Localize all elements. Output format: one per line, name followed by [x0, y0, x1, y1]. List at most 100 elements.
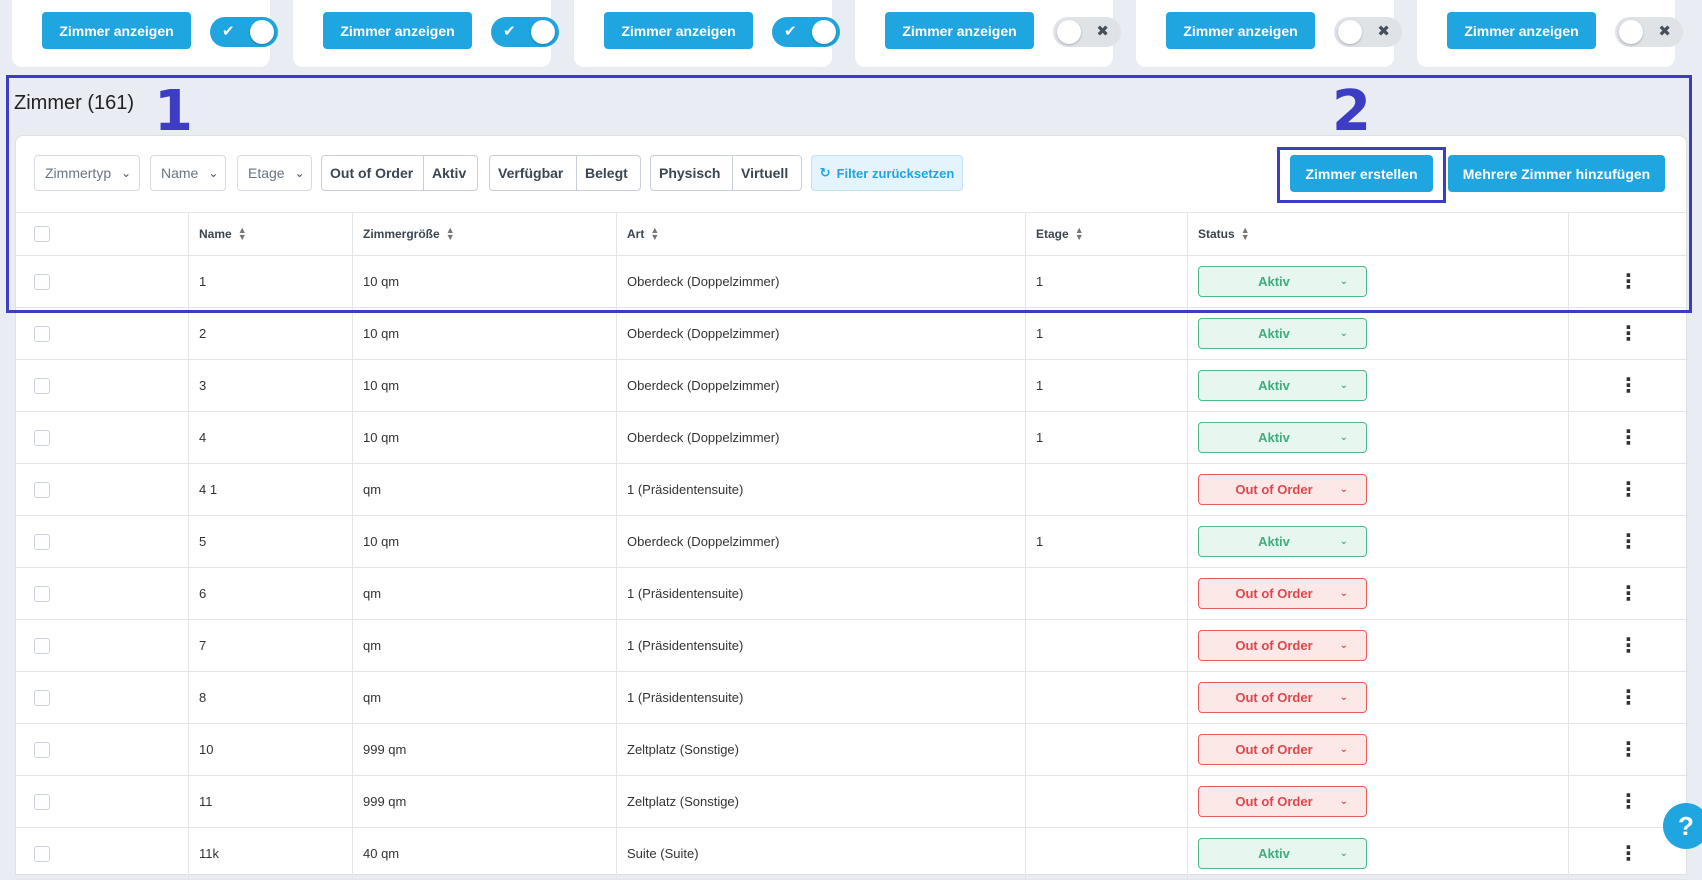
help-button[interactable]: ? — [1663, 803, 1702, 849]
segment-active[interactable]: Aktiv — [424, 156, 474, 190]
column-header-floor[interactable]: Etage ▲ ▼ — [1025, 213, 1187, 255]
more-options-icon[interactable]: ⋮ — [1619, 688, 1639, 708]
row-checkbox[interactable] — [34, 273, 50, 290]
row-checkbox[interactable] — [34, 481, 50, 498]
row-checkbox[interactable] — [34, 533, 50, 550]
room-name: 8 — [188, 672, 352, 723]
show-room-button[interactable]: Zimmer anzeigen — [42, 12, 191, 49]
column-header-type[interactable]: Art ▲ ▼ — [616, 213, 1025, 255]
row-checkbox[interactable] — [34, 429, 50, 446]
table-row[interactable]: 4 1 qm 1 (Präsidentensuite) Out of Order ⌄ ⋮ — [16, 464, 1688, 516]
room-visibility-toggle[interactable]: ✔ — [210, 17, 278, 47]
table-row[interactable]: 10 999 qm Zeltplatz (Sonstige) Out of Order… — [16, 724, 1688, 776]
status-dropdown[interactable]: Aktiv ⌄ — [1198, 266, 1367, 297]
segment-occupied[interactable]: Belegt — [577, 156, 636, 190]
column-header-name[interactable]: Name ▲ ▼ — [188, 213, 352, 255]
show-room-button[interactable]: Zimmer anzeigen — [885, 12, 1034, 49]
room-visibility-toggle[interactable]: ✖ — [1615, 17, 1683, 47]
more-options-icon[interactable]: ⋮ — [1619, 532, 1639, 552]
room-type: 1 (Präsidentensuite) — [616, 620, 1025, 671]
show-room-button[interactable]: Zimmer anzeigen — [604, 12, 753, 49]
availability-segment: Verfügbar Belegt — [489, 155, 641, 191]
status-dropdown[interactable]: Out of Order ⌄ — [1198, 578, 1367, 609]
room-visibility-toggle[interactable]: ✖ — [1053, 17, 1121, 47]
more-options-icon[interactable]: ⋮ — [1619, 272, 1639, 292]
table-row[interactable]: 11 999 qm Zeltplatz (Sonstige) Out of Order… — [16, 776, 1688, 828]
row-checkbox[interactable] — [34, 689, 50, 706]
column-header-size[interactable]: Zimmergröße ▲ ▼ — [352, 213, 616, 255]
table-body: 1 10 qm Oberdeck (Doppelzimmer) 1 Aktiv ⌄ ⋮ 2 10… — [16, 256, 1688, 880]
table-row[interactable]: 6 qm 1 (Präsidentensuite) Out of Order ⌄ ⋮ — [16, 568, 1688, 620]
room-visibility-toggle[interactable]: ✔ — [491, 17, 559, 47]
row-checkbox[interactable] — [34, 377, 50, 394]
status-dropdown[interactable]: Aktiv ⌄ — [1198, 318, 1367, 349]
more-options-icon[interactable]: ⋮ — [1619, 584, 1639, 604]
status-dropdown[interactable]: Out of Order ⌄ — [1198, 734, 1367, 765]
more-options-icon[interactable]: ⋮ — [1619, 428, 1639, 448]
table-row[interactable]: 3 10 qm Oberdeck (Doppelzimmer) 1 Aktiv ⌄ ⋮ — [16, 360, 1688, 412]
segment-available[interactable]: Verfügbar — [490, 156, 577, 190]
select-all-checkbox[interactable] — [34, 226, 50, 242]
table-row[interactable]: 1 10 qm Oberdeck (Doppelzimmer) 1 Aktiv ⌄ ⋮ — [16, 256, 1688, 308]
status-dropdown[interactable]: Out of Order ⌄ — [1198, 682, 1367, 713]
create-room-button[interactable]: Zimmer erstellen — [1290, 155, 1433, 192]
add-multiple-rooms-button[interactable]: Mehrere Zimmer hinzufügen — [1448, 155, 1665, 192]
table-row[interactable]: 11k 40 qm Suite (Suite) Aktiv ⌄ ⋮ — [16, 828, 1688, 880]
table-row[interactable]: 4 10 qm Oberdeck (Doppelzimmer) 1 Aktiv ⌄ ⋮ — [16, 412, 1688, 464]
more-options-icon[interactable]: ⋮ — [1619, 740, 1639, 760]
room-card: Zimmer anzeigen ✔ — [12, 0, 278, 67]
table-row[interactable]: 7 qm 1 (Präsidentensuite) Out of Order ⌄ ⋮ — [16, 620, 1688, 672]
row-actions-cell: ⋮ — [1568, 516, 1688, 567]
show-room-button[interactable]: Zimmer anzeigen — [1166, 12, 1315, 49]
status-dropdown[interactable]: Aktiv ⌄ — [1198, 422, 1367, 453]
more-options-icon[interactable]: ⋮ — [1619, 376, 1639, 396]
row-select-cell — [16, 308, 188, 359]
segment-out-of-order[interactable]: Out of Order — [322, 156, 424, 190]
row-select-cell — [16, 620, 188, 671]
column-header-status[interactable]: Status ▲ ▼ — [1187, 213, 1568, 255]
row-checkbox[interactable] — [34, 845, 50, 862]
more-options-icon[interactable]: ⋮ — [1619, 480, 1639, 500]
table-row[interactable]: 2 10 qm Oberdeck (Doppelzimmer) 1 Aktiv ⌄ ⋮ — [16, 308, 1688, 360]
filter-label: Etage — [248, 165, 285, 181]
row-select-cell — [16, 516, 188, 567]
segment-virtual[interactable]: Virtuell — [733, 156, 796, 190]
table-row[interactable]: 8 qm 1 (Präsidentensuite) Out of Order ⌄ ⋮ — [16, 672, 1688, 724]
more-options-icon[interactable]: ⋮ — [1619, 792, 1639, 812]
row-checkbox[interactable] — [34, 585, 50, 602]
row-checkbox[interactable] — [34, 793, 50, 810]
row-checkbox[interactable] — [34, 741, 50, 758]
room-status-cell: Out of Order ⌄ — [1187, 464, 1568, 515]
toggle-knob — [1057, 20, 1081, 44]
reset-filters-button[interactable]: ↻ Filter zurücksetzen — [811, 155, 963, 191]
chevron-down-icon: ⌄ — [1339, 380, 1348, 391]
status-dropdown[interactable]: Aktiv ⌄ — [1198, 838, 1367, 869]
status-dropdown[interactable]: Aktiv ⌄ — [1198, 526, 1367, 557]
show-room-button[interactable]: Zimmer anzeigen — [1447, 12, 1596, 49]
toggle-knob — [1338, 20, 1362, 44]
row-actions-cell: ⋮ — [1568, 308, 1688, 359]
filter-room-type[interactable]: Zimmertyp ⌄ — [34, 155, 140, 191]
filter-name[interactable]: Name ⌄ — [150, 155, 226, 191]
status-dropdown[interactable]: Out of Order ⌄ — [1198, 630, 1367, 661]
table-row[interactable]: 5 10 qm Oberdeck (Doppelzimmer) 1 Aktiv ⌄ ⋮ — [16, 516, 1688, 568]
show-room-button[interactable]: Zimmer anzeigen — [323, 12, 472, 49]
sort-icon: ▲ ▼ — [237, 224, 247, 242]
room-status-cell: Out of Order ⌄ — [1187, 568, 1568, 619]
segment-physical[interactable]: Physisch — [651, 156, 733, 190]
room-floor — [1025, 568, 1187, 619]
row-actions-cell: ⋮ — [1568, 464, 1688, 515]
rooms-panel: Zimmertyp ⌄ Name ⌄ Etage ⌄ Out of Order … — [15, 135, 1688, 880]
more-options-icon[interactable]: ⋮ — [1619, 636, 1639, 656]
room-visibility-toggle[interactable]: ✔ — [772, 17, 840, 47]
status-dropdown[interactable]: Aktiv ⌄ — [1198, 370, 1367, 401]
more-options-icon[interactable]: ⋮ — [1619, 324, 1639, 344]
room-visibility-toggle[interactable]: ✖ — [1334, 17, 1402, 47]
status-dropdown[interactable]: Out of Order ⌄ — [1198, 474, 1367, 505]
row-checkbox[interactable] — [34, 325, 50, 342]
filter-floor[interactable]: Etage ⌄ — [237, 155, 312, 191]
chevron-down-icon: ⌄ — [1339, 536, 1348, 547]
status-dropdown[interactable]: Out of Order ⌄ — [1198, 786, 1367, 817]
room-type: Zeltplatz (Sonstige) — [616, 724, 1025, 775]
row-checkbox[interactable] — [34, 637, 50, 654]
